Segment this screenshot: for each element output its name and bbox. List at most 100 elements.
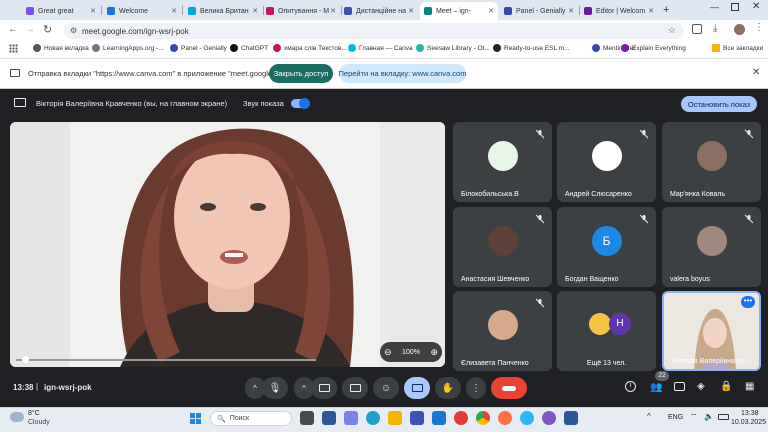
close-infobar-icon[interactable]: ✕ [752, 67, 760, 78]
chrome-icon[interactable] [476, 411, 490, 425]
bookmark-item[interactable]: Новая вкладка [33, 44, 89, 52]
sound-toggle[interactable] [291, 98, 310, 109]
forward-icon[interactable]: → [25, 24, 35, 35]
tab-close-icon[interactable]: ✕ [330, 7, 336, 15]
wifi-icon[interactable]: ⌔ [690, 412, 698, 422]
edge-icon[interactable] [366, 411, 380, 425]
stop-sharing-button[interactable]: Закрыть доступ [269, 64, 333, 83]
browser-tab[interactable]: Panel - Genially ✕ [500, 2, 578, 20]
address-bar[interactable]: ⚙ meet.google.com/ign-wsrj-pok ☆ [64, 23, 684, 39]
clock-time[interactable]: 13:38 [741, 410, 759, 417]
participant-tile[interactable]: Н Ещё 13 чел. [557, 291, 656, 371]
browser-tab[interactable]: Meet – ign- ✕ [420, 2, 498, 20]
zoom-out-icon[interactable]: ⊖ [384, 347, 392, 358]
widgets-icon[interactable] [322, 411, 336, 425]
tab-close-icon[interactable]: ✕ [252, 7, 258, 15]
info-icon[interactable]: i [625, 381, 636, 392]
yandex-icon[interactable] [498, 411, 512, 425]
video-progress-handle[interactable] [22, 356, 29, 363]
battery-icon[interactable] [718, 414, 729, 420]
file-explorer-icon[interactable] [388, 411, 402, 425]
task-view-icon[interactable] [300, 411, 314, 425]
main-video[interactable]: ⊖ 100% ⊕ [10, 122, 445, 367]
chat-icon[interactable] [674, 382, 685, 391]
bookmark-item[interactable]: хмара слів Текстов... [273, 44, 347, 52]
captions-button[interactable] [342, 377, 368, 399]
bookmark-item[interactable]: ChatGPT [230, 44, 268, 52]
teams-icon[interactable] [344, 411, 358, 425]
back-icon[interactable]: ← [8, 24, 18, 35]
participant-tile[interactable]: Андрей Слюсаренко [557, 122, 656, 202]
close-window-icon[interactable]: ✕ [752, 1, 760, 12]
leave-call-button[interactable] [491, 377, 527, 399]
bookmark-item[interactable]: Panel - Genially [170, 44, 227, 52]
tray-overflow-icon[interactable]: ^ [647, 412, 651, 421]
word-icon[interactable] [564, 411, 578, 425]
bookmark-item[interactable]: Explain Everything [621, 44, 686, 52]
participant-tile[interactable]: Мар'янка Коваль [662, 122, 761, 202]
tab-close-icon[interactable]: ✕ [648, 7, 654, 15]
browser-tab[interactable]: Editor | Welcom ✕ [580, 2, 658, 20]
browser-tab[interactable]: Опитування - M ✕ [262, 2, 340, 20]
opera-icon[interactable] [454, 411, 468, 425]
site-info-icon[interactable]: ⚙ [70, 26, 77, 35]
apps-grid-icon[interactable] [9, 44, 18, 53]
tab-favicon-icon [266, 7, 274, 15]
tab-close-icon[interactable]: ✕ [408, 7, 414, 15]
microphone-button[interactable]: 🎙 [262, 377, 288, 399]
activities-icon[interactable]: ◈ [697, 381, 705, 392]
browser-tab[interactable]: Дистанційне на ✕ [340, 2, 418, 20]
weather-icon[interactable] [10, 412, 24, 422]
volume-icon[interactable]: 🔈 [704, 412, 714, 421]
menu-icon[interactable]: ⋮ [754, 22, 764, 33]
participant-tile[interactable]: ••• Вікторія Валеріївна Кр... [662, 291, 761, 371]
participant-tile[interactable]: Анастасия Шевченко [453, 207, 552, 287]
present-button[interactable] [404, 377, 430, 399]
all-bookmarks[interactable]: Все закладки [712, 44, 763, 52]
bookmark-item[interactable]: Ready-to-use ESL m... [493, 44, 570, 52]
extensions-icon[interactable] [692, 24, 702, 34]
language-indicator[interactable]: ENG [668, 414, 683, 421]
minimize-icon[interactable]: — [710, 2, 719, 12]
browser-tab[interactable]: Welcome ✕ [103, 2, 181, 20]
tab-close-icon[interactable]: ✕ [90, 7, 96, 15]
zoom-in-icon[interactable]: ⊕ [430, 347, 438, 358]
stop-presenting-button[interactable]: Остановить показ [681, 96, 757, 112]
tab-close-icon[interactable]: ✕ [488, 7, 494, 15]
downloads-icon[interactable]: ⤓ [713, 23, 717, 34]
store-icon[interactable] [410, 411, 424, 425]
participant-tile[interactable]: Білокобильська.В [453, 122, 552, 202]
tab-title: Опитування - M [278, 7, 330, 15]
browser-tab[interactable]: Велика Британ ✕ [184, 2, 262, 20]
tab-close-icon[interactable]: ✕ [171, 7, 177, 15]
tile-options-icon[interactable]: ••• [741, 296, 755, 308]
switch-tab-button[interactable]: Перейти на вкладку: www.canva.com [339, 64, 466, 83]
bookmark-item[interactable]: Главная — Canva [348, 44, 413, 52]
profile-avatar[interactable] [734, 24, 745, 35]
host-controls-icon[interactable]: 🔒 [720, 381, 732, 392]
bookmark-star-icon[interactable]: ☆ [668, 25, 676, 36]
participant-tile[interactable]: Б Богдан Ващенко [557, 207, 656, 287]
bookmark-item[interactable]: LearningApps.org -... [92, 44, 164, 52]
tab-close-icon[interactable]: ✕ [568, 7, 574, 15]
windows-start-icon[interactable] [190, 413, 201, 424]
raise-hand-button[interactable]: ✋ [435, 377, 461, 399]
new-tab-button[interactable]: + [663, 4, 669, 16]
emoji-button[interactable]: ☺ [373, 377, 399, 399]
bookmark-item[interactable]: Seesaw Library - Ot... [416, 44, 490, 52]
video-progress-track[interactable] [16, 359, 316, 361]
maximize-icon[interactable] [731, 3, 739, 11]
camera-button[interactable] [311, 377, 337, 399]
reload-icon[interactable]: ↻ [43, 23, 52, 36]
apps-icon[interactable]: ▦ [745, 381, 754, 392]
taskbar-search[interactable]: 🔍 Поиск [210, 411, 292, 426]
participant-tile[interactable]: valera boyus [662, 207, 761, 287]
viber-icon[interactable] [542, 411, 556, 425]
mail-icon[interactable] [432, 411, 446, 425]
telegram-icon[interactable] [520, 411, 534, 425]
more-options-button[interactable]: ⋮ [466, 377, 486, 399]
browser-tab[interactable]: Great great ✕ [22, 2, 100, 20]
clock-date[interactable]: 10.03.2025 [731, 419, 766, 426]
people-icon[interactable]: 👥 [650, 382, 662, 393]
participant-tile[interactable]: Єлизавета Панченко [453, 291, 552, 371]
